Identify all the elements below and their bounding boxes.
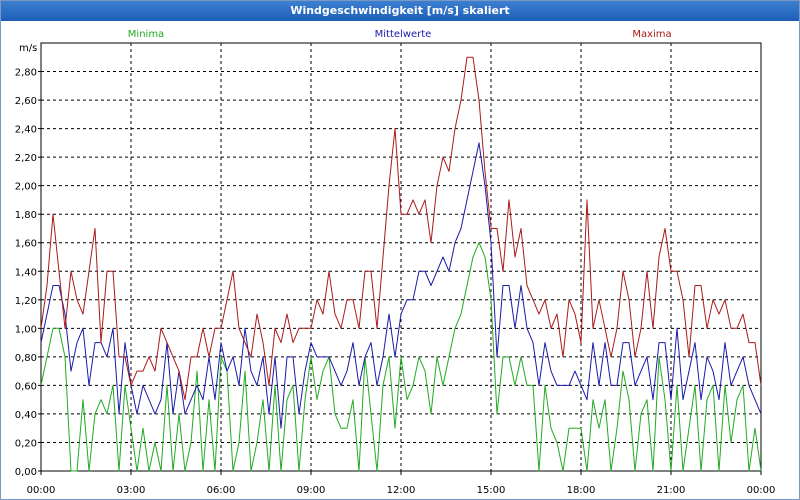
x-tick-time-label: 12:00: [387, 485, 416, 496]
legend-minima: Minima: [128, 29, 164, 40]
y-tick-label: 0,20: [15, 438, 37, 449]
y-tick-label: 0,80: [15, 353, 37, 364]
y-tick-label: 0,40: [15, 410, 37, 421]
chart-window: Windgeschwindigkeit [m/s] skaliert 0,00 0…: [0, 0, 800, 500]
y-tick-label: 0,60: [15, 381, 37, 392]
legend-mittelwerte: Mittelwerte: [375, 29, 432, 40]
x-axis: 00:0015.02.1703:0015.02.1706:0015.02.170…: [27, 471, 776, 496]
y-tick-label: 2,20: [15, 153, 37, 164]
x-tick-time-label: 06:00: [207, 485, 236, 496]
x-tick-time-label: 00:00: [27, 485, 56, 496]
window-title: Windgeschwindigkeit [m/s] skaliert: [1, 1, 799, 21]
y-tick-label: 1,20: [15, 296, 37, 307]
y-tick-label: 2,80: [15, 68, 37, 79]
y-tick-label: 0,00: [15, 467, 37, 478]
y-tick-label: 1,80: [15, 210, 37, 221]
x-tick-time-label: 15:00: [477, 485, 506, 496]
wind-speed-chart: 0,00 0,20 0,40 0,60 0,80 1,00 1,20 1,40 1,60 1,80…: [15, 29, 776, 496]
y-tick-label: 1,40: [15, 267, 37, 278]
x-tick-time-label: 00:00: [747, 485, 776, 496]
y-tick-label: 1,60: [15, 239, 37, 250]
y-tick-label: 2,00: [15, 182, 37, 193]
y-tick-label: 2,40: [15, 125, 37, 136]
plot-area: [40, 42, 762, 472]
x-tick-time-label: 18:00: [567, 485, 596, 496]
y-tick-label: 2,60: [15, 96, 37, 107]
y-tick-label: 1,00: [15, 324, 37, 335]
legend-maxima: Maxima: [632, 29, 671, 40]
y-axis: 0,00 0,20 0,40 0,60 0,80 1,00 1,20 1,40 1,60 1,80…: [15, 68, 41, 478]
x-tick-time-label: 03:00: [117, 485, 146, 496]
x-tick-time-label: 09:00: [297, 485, 326, 496]
y-unit-label: m/s: [19, 43, 37, 54]
x-tick-time-label: 21:00: [657, 485, 686, 496]
